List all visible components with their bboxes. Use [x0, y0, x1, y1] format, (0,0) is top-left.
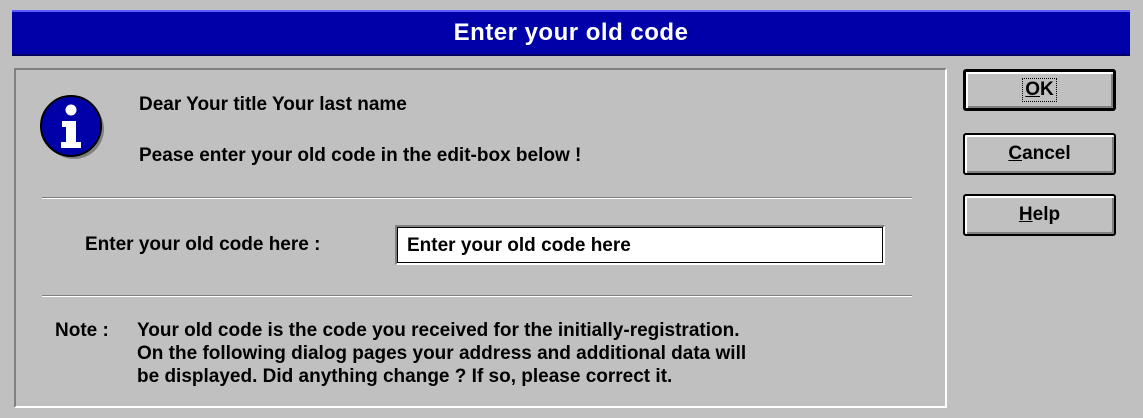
divider-bottom	[42, 295, 912, 297]
instruction-text: Pease enter your old code in the edit-bo…	[139, 145, 582, 166]
ok-button-label: OK	[1022, 78, 1057, 102]
help-button[interactable]: Help	[963, 194, 1116, 236]
cancel-button[interactable]: Cancel	[963, 133, 1116, 175]
dialog-window: Enter your old code Dear Your title Your…	[0, 0, 1143, 418]
greeting-text: Dear Your title Your last name	[139, 94, 407, 115]
note-line-3: be displayed. Did anything change ? If s…	[137, 366, 673, 387]
note-line-1: Your old code is the code you received f…	[137, 320, 740, 341]
cancel-button-label: Cancel	[1008, 143, 1071, 164]
info-icon	[40, 95, 104, 159]
divider-top	[42, 197, 912, 199]
dialog-title: Enter your old code	[453, 19, 689, 46]
note-prefix: Note :	[55, 320, 109, 341]
note-line-2: On the following dialog pages your addre…	[137, 343, 747, 364]
old-code-input[interactable]	[395, 225, 885, 265]
code-label: Enter your old code here :	[85, 234, 321, 255]
ok-button[interactable]: OK	[963, 69, 1116, 111]
help-button-label: Help	[1018, 204, 1061, 225]
title-bar[interactable]: Enter your old code	[12, 10, 1130, 56]
